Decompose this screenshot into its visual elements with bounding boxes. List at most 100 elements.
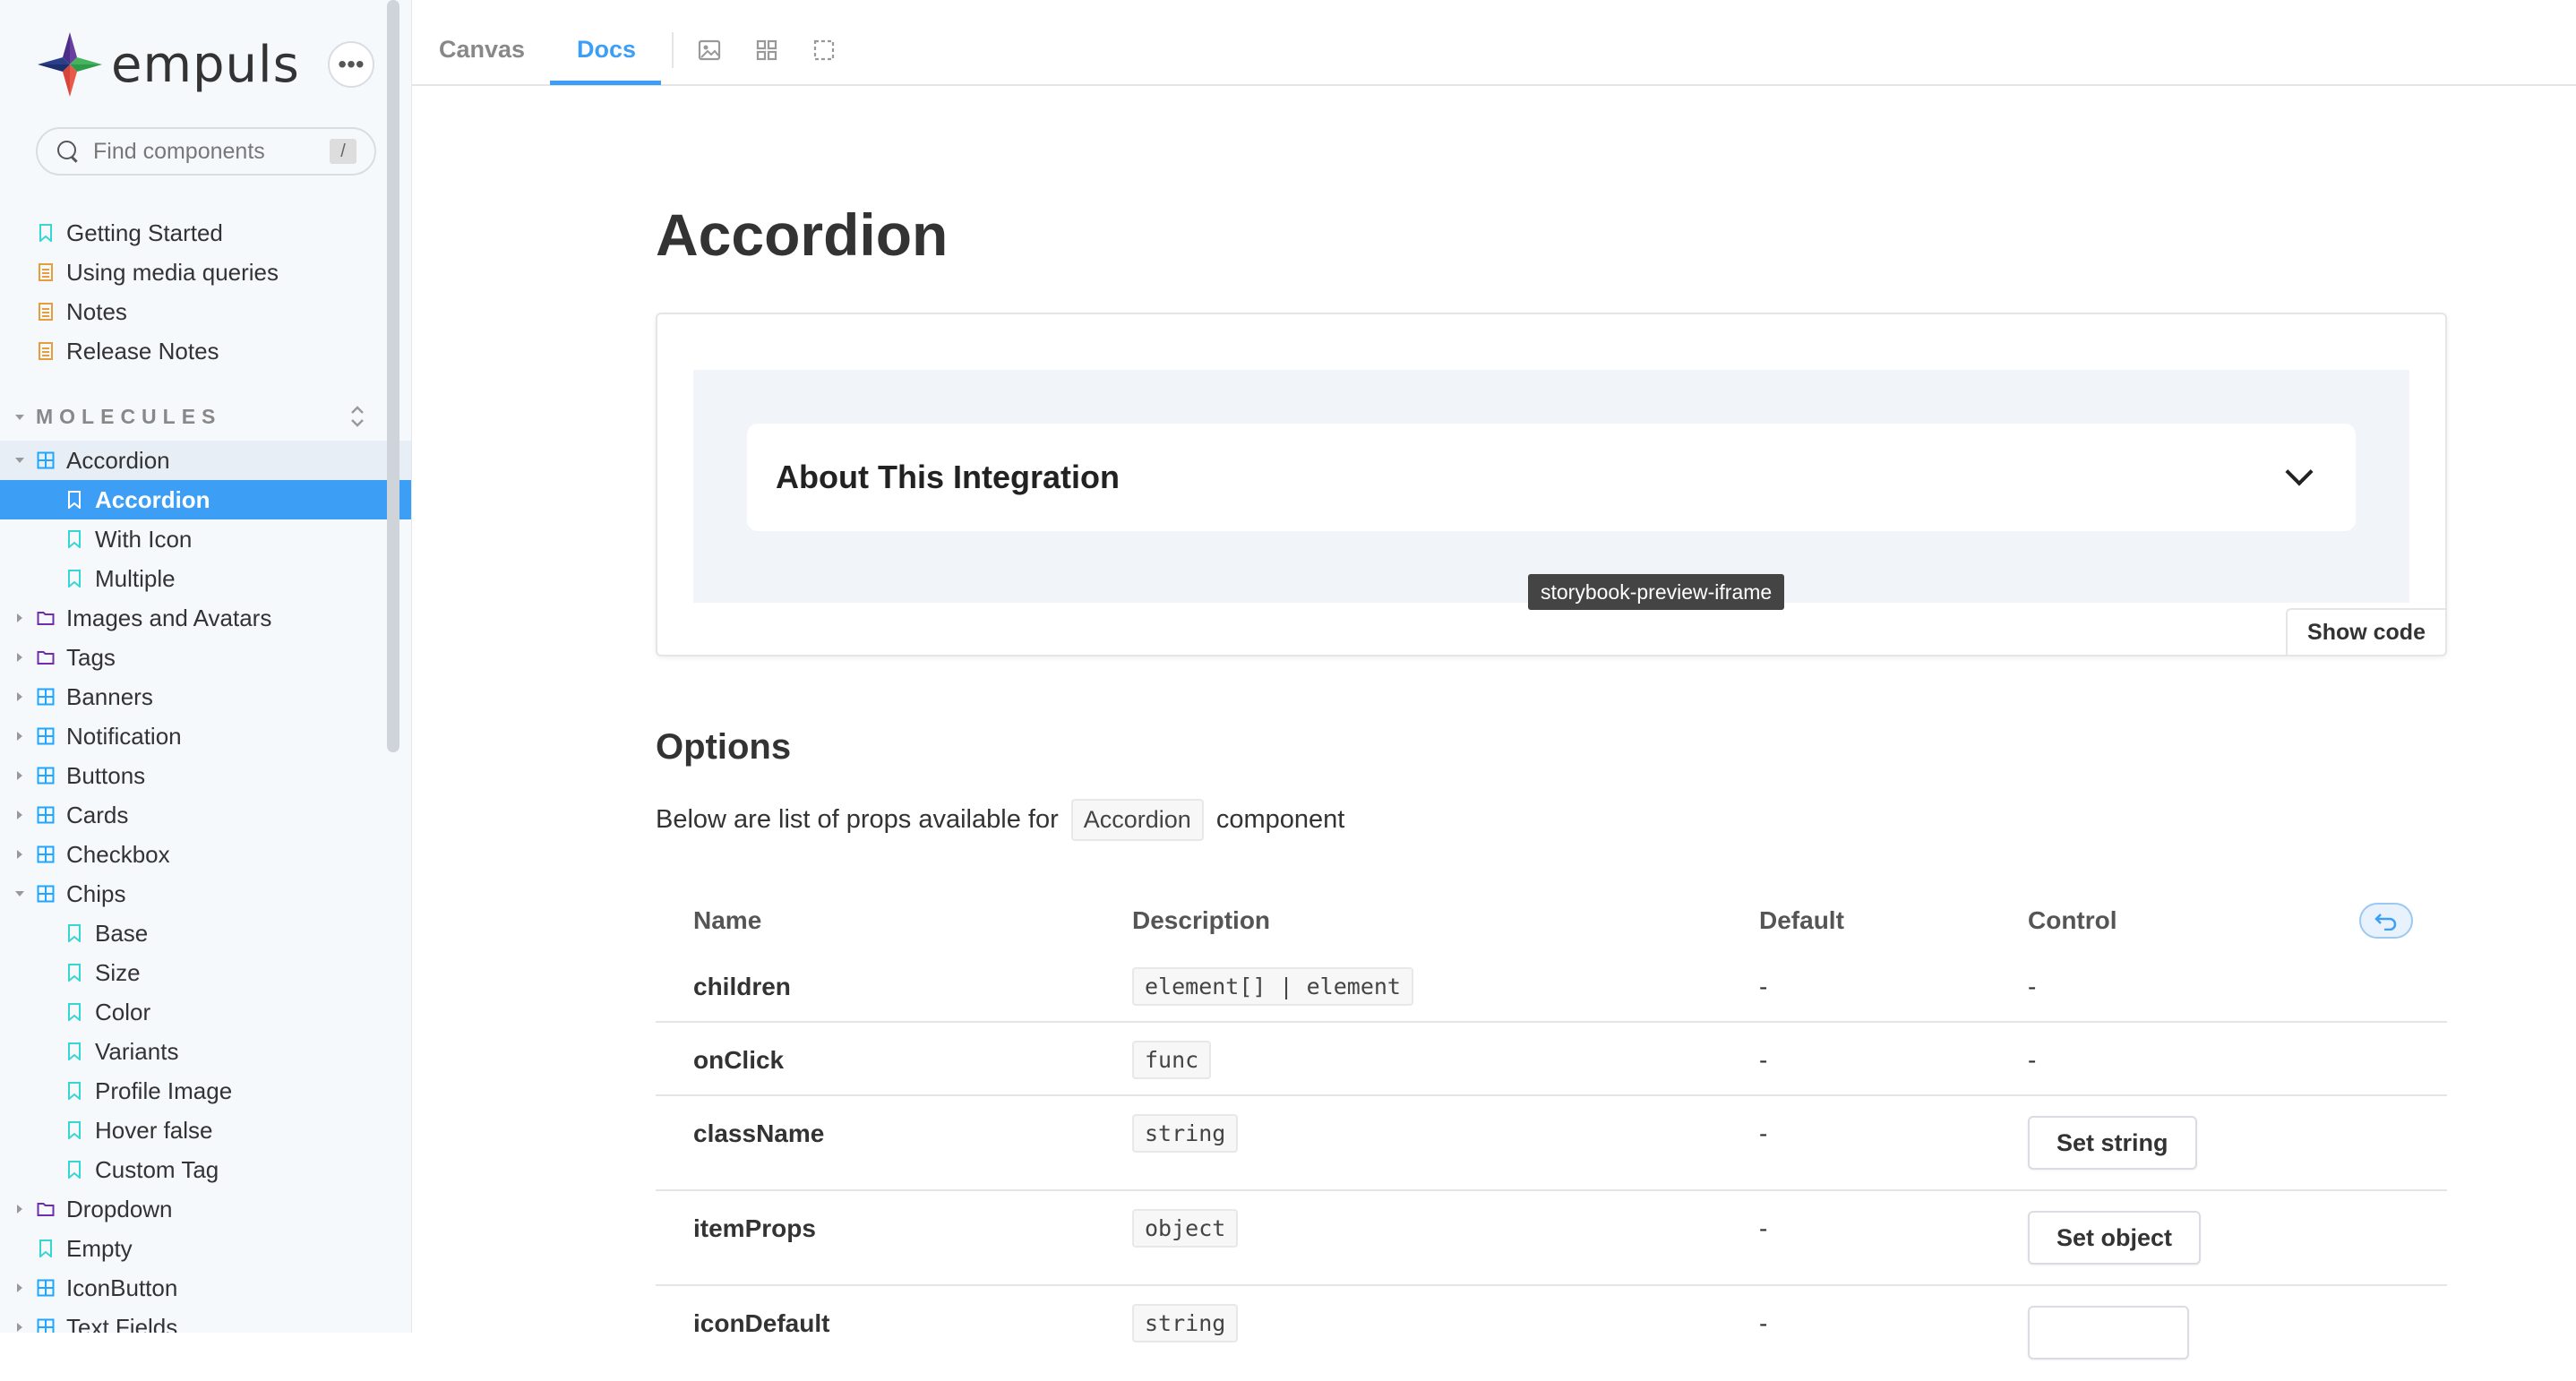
sidebar-tree-item[interactable]: Chips bbox=[36, 874, 125, 914]
sidebar-item-label: Notification bbox=[66, 722, 182, 750]
prop-name: className bbox=[693, 1119, 825, 1147]
image-icon[interactable] bbox=[697, 38, 722, 63]
sidebar-tree-item[interactable]: Images and Avatars bbox=[36, 598, 271, 638]
sidebar-item-release-notes[interactable]: Release Notes bbox=[36, 331, 219, 371]
prop-type: string bbox=[1132, 1114, 1239, 1153]
prop-default: - bbox=[1759, 973, 1768, 1000]
bookmark-icon bbox=[64, 1002, 84, 1022]
bookmark-icon bbox=[64, 963, 84, 982]
section-collapse-icon[interactable] bbox=[15, 415, 24, 420]
set-object-button[interactable]: Set object bbox=[2028, 1211, 2202, 1265]
caret-right-icon[interactable] bbox=[17, 811, 22, 819]
sidebar: empuls ••• Find components / Getting Sta… bbox=[0, 0, 412, 1333]
prop-default: - bbox=[1759, 1214, 1768, 1242]
bookmark-icon bbox=[64, 1120, 84, 1140]
search-placeholder: Find components bbox=[93, 138, 265, 164]
chevron-down-icon[interactable] bbox=[2285, 458, 2314, 486]
expand-collapse-icon[interactable] bbox=[349, 405, 365, 428]
sidebar-tree-item[interactable]: Profile Image bbox=[64, 1071, 232, 1111]
caret-right-icon[interactable] bbox=[17, 692, 22, 701]
options-desc-text: Below are list of props available for bbox=[656, 805, 1059, 834]
caret-right-icon[interactable] bbox=[17, 771, 22, 780]
caret-right-icon[interactable] bbox=[17, 1283, 22, 1292]
sidebar-item-label: Getting Started bbox=[66, 219, 223, 246]
column-header-default: Default bbox=[1759, 906, 1844, 934]
caret-right-icon[interactable] bbox=[17, 732, 22, 741]
sidebar-item-label: Accordion bbox=[95, 485, 210, 513]
sidebar-tree-item[interactable]: Cards bbox=[36, 795, 128, 835]
iframe-tooltip: storybook-preview-iframe bbox=[1528, 574, 1785, 610]
sidebar-item-getting-started[interactable]: Getting Started bbox=[36, 213, 223, 253]
sidebar-tree-item[interactable]: Variants bbox=[64, 1032, 178, 1071]
sidebar-tree-item[interactable]: With Icon bbox=[64, 519, 192, 559]
show-code-button[interactable]: Show code bbox=[2286, 608, 2445, 655]
prop-type: func bbox=[1132, 1041, 1212, 1079]
sidebar-tree-item[interactable]: Base bbox=[64, 914, 148, 953]
sidebar-item-notes[interactable]: Notes bbox=[36, 292, 127, 331]
caret-right-icon[interactable] bbox=[17, 613, 22, 622]
sidebar-tree-item[interactable]: Dropdown bbox=[36, 1189, 173, 1229]
sidebar-menu-button[interactable]: ••• bbox=[328, 41, 374, 88]
caret-right-icon[interactable] bbox=[17, 653, 22, 662]
sidebar-tree-item[interactable]: Text Fields bbox=[36, 1308, 177, 1333]
preview-iframe: About This Integration bbox=[693, 370, 2409, 603]
sidebar-tree-item[interactable]: Buttons bbox=[36, 756, 145, 795]
search-shortcut-key: / bbox=[330, 139, 356, 164]
table-row: iconDefault string - bbox=[656, 1286, 2447, 1381]
sidebar-tree-item[interactable]: Size bbox=[64, 953, 141, 992]
sidebar-tree-item[interactable]: Multiple bbox=[64, 559, 176, 598]
prop-default: - bbox=[1759, 1309, 1768, 1337]
accordion-title: About This Integration bbox=[776, 459, 1120, 495]
sidebar-tree-item[interactable]: Notification bbox=[36, 716, 182, 756]
folder-icon bbox=[36, 608, 56, 628]
sidebar-tree-item[interactable]: Banners bbox=[36, 677, 153, 716]
caret-down-icon[interactable] bbox=[15, 891, 24, 896]
caret-down-icon[interactable] bbox=[15, 458, 24, 463]
sidebar-tree-item[interactable]: Color bbox=[64, 992, 150, 1032]
component-icon bbox=[36, 687, 56, 707]
bookmark-icon bbox=[64, 1081, 84, 1101]
logo[interactable]: empuls bbox=[36, 30, 300, 99]
sidebar-item-label: Banners bbox=[66, 682, 153, 710]
folder-icon bbox=[36, 1199, 56, 1219]
toolbar: Canvas Docs bbox=[412, 13, 2576, 86]
set-value-button[interactable] bbox=[2028, 1306, 2189, 1360]
sidebar-item-label: Profile Image bbox=[95, 1076, 233, 1104]
empuls-logo-icon bbox=[38, 32, 102, 97]
accordion-header[interactable]: About This Integration bbox=[747, 424, 2356, 531]
prop-name: children bbox=[693, 973, 791, 1000]
bookmark-icon bbox=[64, 529, 84, 549]
grid-icon[interactable] bbox=[754, 38, 779, 63]
component-icon bbox=[36, 1278, 56, 1298]
sidebar-tree-item[interactable]: IconButton bbox=[36, 1268, 177, 1308]
sidebar-tree-item[interactable]: Checkbox bbox=[36, 835, 170, 874]
search-input[interactable]: Find components / bbox=[36, 127, 376, 176]
set-string-button[interactable]: Set string bbox=[2028, 1116, 2197, 1170]
sidebar-tree-item[interactable]: Hover false bbox=[64, 1111, 213, 1150]
caret-right-icon[interactable] bbox=[17, 1323, 22, 1332]
sidebar-item-label: Variants bbox=[95, 1037, 179, 1065]
tab-docs[interactable]: Docs bbox=[577, 13, 636, 86]
section-title-molecules[interactable]: MOLECULES bbox=[36, 405, 221, 429]
sidebar-tree-item[interactable]: Empty bbox=[36, 1229, 133, 1268]
prop-name: iconDefault bbox=[693, 1309, 830, 1337]
sidebar-tree-item[interactable]: Custom Tag bbox=[64, 1150, 219, 1189]
options-desc-text-end: component bbox=[1215, 805, 1345, 834]
tab-canvas[interactable]: Canvas bbox=[439, 13, 525, 86]
sidebar-tree-item[interactable]: Accordion bbox=[64, 480, 210, 519]
column-header-control: Control bbox=[2028, 906, 2117, 934]
options-heading: Options bbox=[656, 727, 792, 767]
reset-controls-button[interactable] bbox=[2359, 903, 2413, 939]
sidebar-tree-item[interactable]: Tags bbox=[36, 638, 116, 677]
sidebar-scrollbar[interactable] bbox=[387, 0, 399, 752]
more-icon: ••• bbox=[338, 50, 365, 78]
sidebar-item-media-queries[interactable]: Using media queries bbox=[36, 253, 279, 292]
logo-text: empuls bbox=[111, 35, 300, 94]
toolbar-divider bbox=[672, 32, 674, 68]
caret-right-icon[interactable] bbox=[17, 850, 22, 859]
caret-right-icon[interactable] bbox=[17, 1205, 22, 1214]
undo-icon bbox=[2374, 914, 2397, 931]
sidebar-tree-item[interactable]: Accordion bbox=[36, 441, 170, 480]
prop-type: element[] | element bbox=[1132, 967, 1413, 1006]
outline-icon[interactable] bbox=[811, 38, 837, 63]
